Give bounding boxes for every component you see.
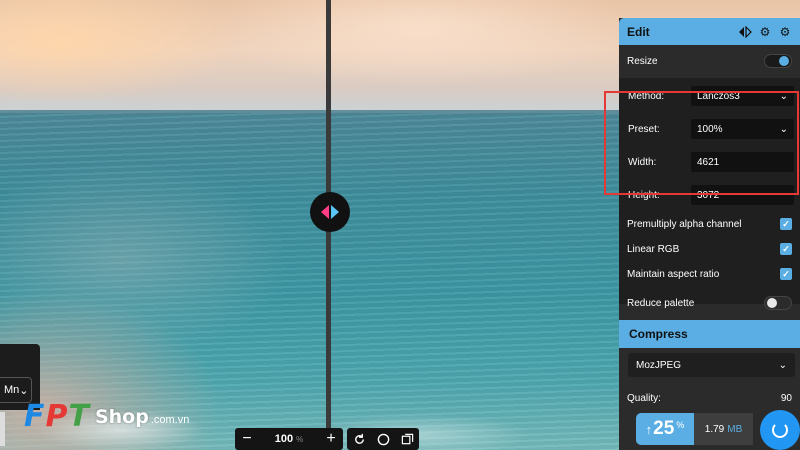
logo-domain-text: .com.vn [150, 414, 190, 426]
zoom-toolbar: − 100 % + [235, 428, 419, 450]
resize-toggle[interactable] [764, 54, 792, 68]
edit-panel-title: Edit [627, 24, 650, 39]
logo-letters: F P T [24, 402, 89, 432]
height-input[interactable]: 3072 [691, 185, 794, 205]
chevron-down-icon: ⌄ [778, 359, 787, 371]
codec-value: MozJPEG [636, 359, 682, 371]
download-button[interactable] [760, 410, 800, 450]
fpt-shop-logo: F P T Shop .com.vn [24, 400, 189, 434]
zoom-unit: % [296, 434, 304, 444]
aspect-ratio-label: Maintain aspect ratio [627, 268, 720, 280]
logo-letter-p: P [45, 399, 68, 434]
codec-select[interactable]: MozJPEG ⌄ [628, 353, 795, 377]
compress-title: Compress [629, 327, 688, 341]
premultiply-row: Premultiply alpha channel ✓ [619, 214, 800, 234]
reduce-palette-toggle[interactable] [764, 296, 792, 310]
quality-value[interactable]: 90 [781, 393, 792, 404]
output-size-value: 1.79 [704, 423, 725, 435]
reset-settings-icon[interactable]: ⚙ [778, 25, 792, 39]
height-label: Height: [628, 190, 660, 201]
logo-letter-t: T [68, 399, 89, 434]
reduce-palette-row: Reduce palette [619, 290, 800, 316]
loading-spinner-icon [772, 422, 788, 438]
quality-label: Quality: [627, 392, 661, 404]
settings-gear-icon[interactable]: ⚙ [758, 25, 772, 39]
output-stats: ↑ 25 % 1.79 MB [636, 413, 753, 445]
chevron-down-icon: ⌄ [19, 384, 29, 397]
output-size: 1.79 MB [694, 413, 753, 445]
linear-rgb-checkbox[interactable]: ✓ [780, 243, 792, 255]
left-stats-button[interactable] [0, 412, 5, 446]
method-select[interactable]: Lanczos3 ⌄ [691, 86, 794, 106]
zoom-controls: − 100 % + [235, 428, 343, 450]
left-select-value: Mn [4, 384, 20, 396]
size-change-badge: ↑ 25 % [636, 413, 694, 445]
quality-row: Quality: 90 [619, 388, 800, 408]
header-icons: ⚙ ⚙ [738, 25, 792, 39]
height-value: 3072 [697, 189, 720, 201]
edit-panel-header: Edit ⚙ ⚙ [619, 18, 800, 45]
compress-header: Compress [619, 320, 800, 348]
view-controls [347, 428, 419, 450]
logo-shop-text: Shop [94, 406, 149, 428]
zoom-out-button[interactable]: − [235, 428, 259, 450]
compare-icon[interactable] [738, 25, 752, 39]
method-value: Lanczos3 [697, 90, 740, 102]
split-drag-handle[interactable] [310, 192, 350, 232]
method-label: Method: [628, 91, 665, 102]
premultiply-checkbox[interactable]: ✓ [780, 218, 792, 230]
zoom-value: 100 [274, 433, 294, 445]
output-size-unit: MB [727, 423, 743, 435]
chevron-down-icon: ⌄ [779, 123, 788, 135]
size-change-percent: 25 [653, 418, 675, 439]
resize-row: Resize [619, 48, 800, 74]
linear-rgb-row: Linear RGB ✓ [619, 239, 800, 259]
zoom-in-button[interactable]: + [319, 428, 343, 450]
aspect-ratio-row: Maintain aspect ratio ✓ [619, 264, 800, 284]
linear-rgb-label: Linear RGB [627, 243, 680, 255]
premultiply-label: Premultiply alpha channel [627, 218, 742, 230]
preset-label: Preset: [628, 124, 660, 135]
zoom-level[interactable]: 100 % [259, 428, 319, 450]
resize-label: Resize [627, 55, 658, 67]
width-label: Width: [628, 157, 657, 168]
edit-panel: Edit ⚙ ⚙ Resize Method: Lanczos3 ⌄ Prese… [619, 18, 800, 450]
rotate-icon[interactable] [347, 428, 371, 450]
chevron-down-icon: ⌄ [779, 90, 788, 102]
arrow-right-icon [331, 205, 339, 219]
aspect-ratio-checkbox[interactable]: ✓ [780, 268, 792, 280]
reduce-palette-label: Reduce palette [627, 297, 695, 309]
size-change-unit: % [676, 420, 685, 430]
width-value: 4621 [697, 156, 720, 168]
logo-letter-f: F [24, 399, 45, 434]
width-input[interactable]: 4621 [691, 152, 794, 172]
preset-select[interactable]: 100% ⌄ [691, 119, 794, 139]
arrow-left-icon [321, 205, 329, 219]
preset-value: 100% [697, 123, 723, 135]
background-toggle-icon[interactable] [371, 428, 395, 450]
side-by-side-icon[interactable] [395, 428, 419, 450]
arrow-up-icon: ↑ [645, 421, 653, 437]
